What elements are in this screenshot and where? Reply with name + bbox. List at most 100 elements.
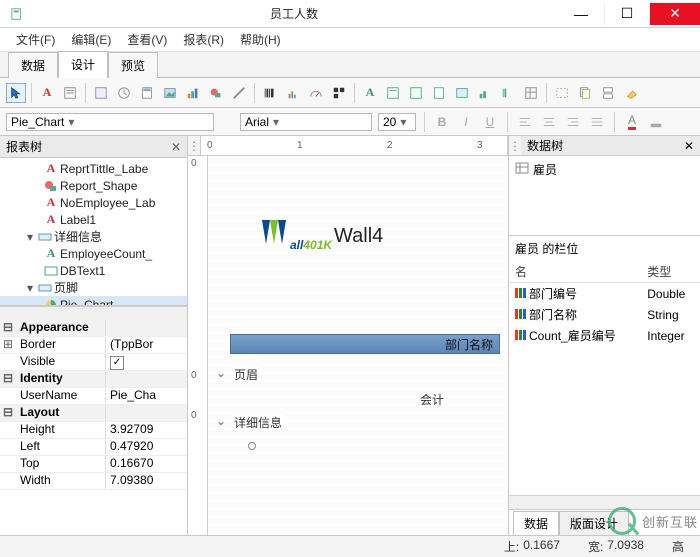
- pagebreak-tool-icon[interactable]: [598, 83, 618, 103]
- band-icon: [38, 281, 52, 295]
- chart-tool-icon[interactable]: [183, 83, 203, 103]
- label-icon: A: [44, 162, 58, 176]
- label-icon: A: [44, 213, 58, 227]
- section-collapse-icon[interactable]: ⌄: [216, 366, 226, 380]
- plus-icon[interactable]: ⊞: [0, 337, 16, 353]
- h-scrollbar[interactable]: [0, 306, 187, 320]
- italic-button[interactable]: I: [457, 113, 475, 131]
- richtext-tool-icon[interactable]: [91, 83, 111, 103]
- dbmemo-tool-icon[interactable]: [383, 83, 403, 103]
- gauge-tool-icon[interactable]: [306, 83, 326, 103]
- fields-caption: 雇员 的栏位: [509, 236, 700, 261]
- vertical-ruler[interactable]: 0 0 0: [188, 156, 208, 535]
- chevron-down-icon: ▾: [273, 115, 279, 129]
- app-icon: [6, 2, 30, 26]
- minus-icon[interactable]: ⊟: [0, 320, 16, 336]
- menu-report[interactable]: 报表(R): [177, 29, 230, 50]
- section-collapse-icon[interactable]: ⌄: [216, 414, 226, 428]
- variable-tool-icon[interactable]: [114, 83, 134, 103]
- tree-expander-icon[interactable]: ▾: [24, 230, 36, 244]
- dbcalc-tool-icon[interactable]: [429, 83, 449, 103]
- ruler-grip-icon[interactable]: ⋮: [188, 136, 200, 155]
- watermark: 创新互联: [608, 507, 698, 535]
- window-title: 员工人数: [30, 5, 558, 22]
- close-button[interactable]: ✕: [650, 3, 700, 25]
- font-size-combo[interactable]: 20▾: [378, 113, 416, 131]
- align-right-button[interactable]: [564, 113, 582, 131]
- property-grid[interactable]: ⊟Appearance ⊞Border(TppBor Visible✓ ⊟Ide…: [0, 320, 187, 535]
- subreport-tool-icon[interactable]: [575, 83, 595, 103]
- field-row: 部门编号Double: [509, 283, 700, 305]
- pointer-tool-icon[interactable]: [6, 83, 26, 103]
- tree-item-selected[interactable]: Pie_Chart: [0, 296, 187, 305]
- tree-expander-icon[interactable]: ▾: [24, 281, 36, 295]
- underline-button[interactable]: U: [481, 113, 499, 131]
- eraser-tool-icon[interactable]: [621, 83, 641, 103]
- menu-help[interactable]: 帮助(H): [234, 29, 287, 50]
- tab-design[interactable]: 设计: [58, 51, 108, 78]
- field-icon: [515, 309, 529, 319]
- bold-button[interactable]: B: [433, 113, 451, 131]
- field-icon: [515, 330, 529, 340]
- field-row: 部门名称String: [509, 304, 700, 325]
- memo-tool-icon[interactable]: [60, 83, 80, 103]
- dbtext-icon: [44, 264, 58, 278]
- status-bar: 上:0.1667 宽:7.0938 高: [0, 535, 700, 557]
- horizontal-ruler[interactable]: 0 1 2 3: [200, 136, 508, 155]
- table-icon: [515, 161, 529, 178]
- ruler-grip-icon[interactable]: ⋮: [509, 136, 521, 155]
- minimize-button[interactable]: —: [558, 3, 604, 25]
- dbimage-tool-icon[interactable]: [452, 83, 472, 103]
- menu-edit[interactable]: 编辑(E): [65, 29, 117, 50]
- menu-file[interactable]: 文件(F): [10, 29, 61, 50]
- dbbarcode-tool-icon[interactable]: [498, 83, 518, 103]
- minus-icon[interactable]: ⊟: [0, 371, 16, 387]
- right-tab-data[interactable]: 数据: [513, 511, 559, 535]
- align-justify-button[interactable]: [588, 113, 606, 131]
- column-header-bar[interactable]: 部门名称: [230, 334, 500, 354]
- menu-view[interactable]: 查看(V): [121, 29, 173, 50]
- sparkline-tool-icon[interactable]: [283, 83, 303, 103]
- watermark-logo-icon: [608, 507, 636, 535]
- image-tool-icon[interactable]: [160, 83, 180, 103]
- report-tree[interactable]: AReprtTittle_Labe Report_Shape ANoEmploy…: [0, 158, 187, 305]
- dbtext-tool-icon[interactable]: A: [360, 83, 380, 103]
- tab-data[interactable]: 数据: [8, 52, 58, 78]
- section-detail-label: 详细信息: [232, 414, 284, 431]
- checkbox-checked[interactable]: ✓: [110, 356, 124, 370]
- object-name-combo[interactable]: Pie_Chart▾: [6, 113, 214, 131]
- panel-close-icon[interactable]: ✕: [171, 140, 181, 154]
- selection-handle[interactable]: [248, 442, 256, 450]
- band-icon: [38, 230, 52, 244]
- line-tool-icon[interactable]: [229, 83, 249, 103]
- chevron-down-icon: ▾: [68, 115, 74, 129]
- minus-icon[interactable]: ⊟: [0, 405, 16, 421]
- tab-preview[interactable]: 预览: [108, 52, 158, 78]
- object-toolbar: A A: [0, 78, 700, 108]
- shape-tool-icon[interactable]: [206, 83, 226, 103]
- barcode-tool-icon[interactable]: [260, 83, 280, 103]
- panel-close-icon[interactable]: ✕: [684, 139, 694, 153]
- align-center-button[interactable]: [540, 113, 558, 131]
- field-preview-text[interactable]: 会计: [420, 391, 444, 408]
- maximize-button[interactable]: ☐: [604, 3, 650, 25]
- label-tool-icon[interactable]: A: [37, 83, 57, 103]
- qrcode-tool-icon[interactable]: [329, 83, 349, 103]
- region-tool-icon[interactable]: [552, 83, 572, 103]
- crosstab-tool-icon[interactable]: [521, 83, 541, 103]
- align-left-button[interactable]: [516, 113, 534, 131]
- data-tree[interactable]: 雇员: [509, 156, 700, 182]
- fill-color-button[interactable]: [647, 113, 665, 131]
- dbchart-tool-icon[interactable]: [475, 83, 495, 103]
- fields-table[interactable]: 名类型 部门编号Double 部门名称String Count_雇员编号Inte…: [509, 261, 700, 346]
- font-color-button[interactable]: A: [623, 113, 641, 131]
- calc-tool-icon[interactable]: [137, 83, 157, 103]
- data-tree-title: 数据树: [527, 137, 563, 154]
- report-tree-title: 报表树: [6, 138, 42, 155]
- report-logo[interactable]: all401K Wall4: [262, 214, 383, 259]
- design-canvas[interactable]: all401K Wall4 部门名称 ⌄ 页眉 会计 ⌄ 详细信息: [208, 156, 508, 535]
- dbrich-tool-icon[interactable]: [406, 83, 426, 103]
- field-icon: [515, 288, 529, 298]
- font-family-combo[interactable]: Arial▾: [240, 113, 372, 131]
- field-row: Count_雇员编号Integer: [509, 325, 700, 346]
